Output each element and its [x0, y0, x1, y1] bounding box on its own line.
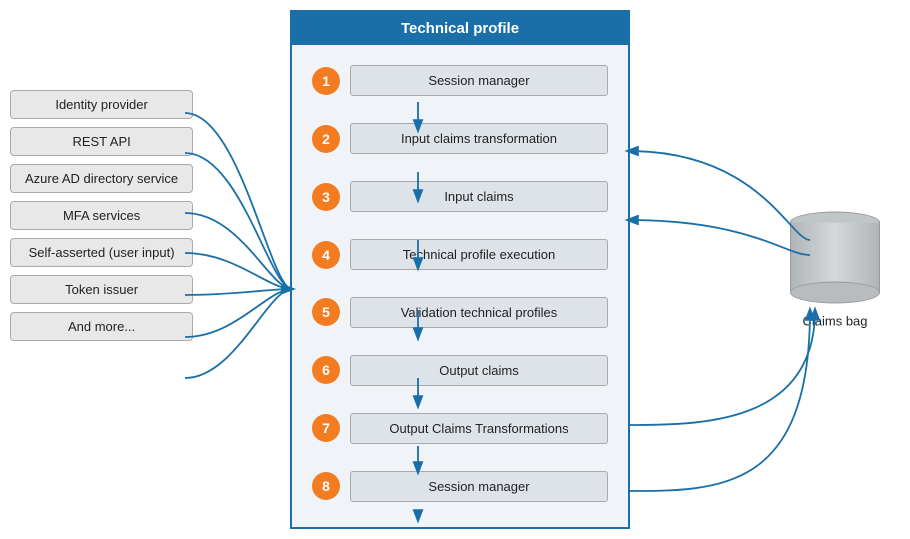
step-num-4: 4	[312, 241, 340, 269]
left-box-and-more: And more...	[10, 312, 193, 341]
tech-panel-body: 1 Session manager 2 Input claims transfo…	[292, 45, 628, 522]
step-box-1: Session manager	[350, 65, 608, 96]
step-box-8: Session manager	[350, 471, 608, 502]
step-box-7: Output Claims Transformations	[350, 413, 608, 444]
step-box-4: Technical profile execution	[350, 239, 608, 270]
technical-profile-panel: Technical profile 1 Session manager 2 In…	[290, 10, 630, 529]
cylinder	[790, 211, 880, 303]
step-box-2: Input claims transformation	[350, 123, 608, 154]
step-box-3: Input claims	[350, 181, 608, 212]
step-num-5: 5	[312, 298, 340, 326]
step-row-6: 6 Output claims	[312, 355, 608, 386]
step-box-5: Validation technical profiles	[350, 297, 608, 328]
left-box-self-asserted: Self-asserted (user input)	[10, 238, 193, 267]
claims-bag: Claims bag	[790, 211, 880, 328]
left-box-identity-provider: Identity provider	[10, 90, 193, 119]
left-box-mfa-services: MFA services	[10, 201, 193, 230]
left-box-rest-api: REST API	[10, 127, 193, 156]
step-row-4: 4 Technical profile execution	[312, 239, 608, 270]
left-boxes-container: Identity provider REST API Azure AD dire…	[10, 90, 193, 341]
step-row-3: 3 Input claims	[312, 181, 608, 212]
left-box-token-issuer: Token issuer	[10, 275, 193, 304]
step-row-1: 1 Session manager	[312, 65, 608, 96]
claims-bag-label: Claims bag	[802, 313, 867, 328]
cylinder-bottom	[790, 281, 880, 303]
step-row-8: 8 Session manager	[312, 471, 608, 502]
step-row-2: 2 Input claims transformation	[312, 123, 608, 154]
step-row-7: 7 Output Claims Transformations	[312, 413, 608, 444]
step-num-6: 6	[312, 356, 340, 384]
diagram: Identity provider REST API Azure AD dire…	[0, 0, 910, 539]
step-box-6: Output claims	[350, 355, 608, 386]
left-box-azure-ad: Azure AD directory service	[10, 164, 193, 193]
tech-panel-header: Technical profile	[292, 12, 628, 45]
step-num-2: 2	[312, 125, 340, 153]
step-num-8: 8	[312, 472, 340, 500]
step-num-3: 3	[312, 183, 340, 211]
step-num-7: 7	[312, 414, 340, 442]
step-row-5: 5 Validation technical profiles	[312, 297, 608, 328]
step-num-1: 1	[312, 67, 340, 95]
